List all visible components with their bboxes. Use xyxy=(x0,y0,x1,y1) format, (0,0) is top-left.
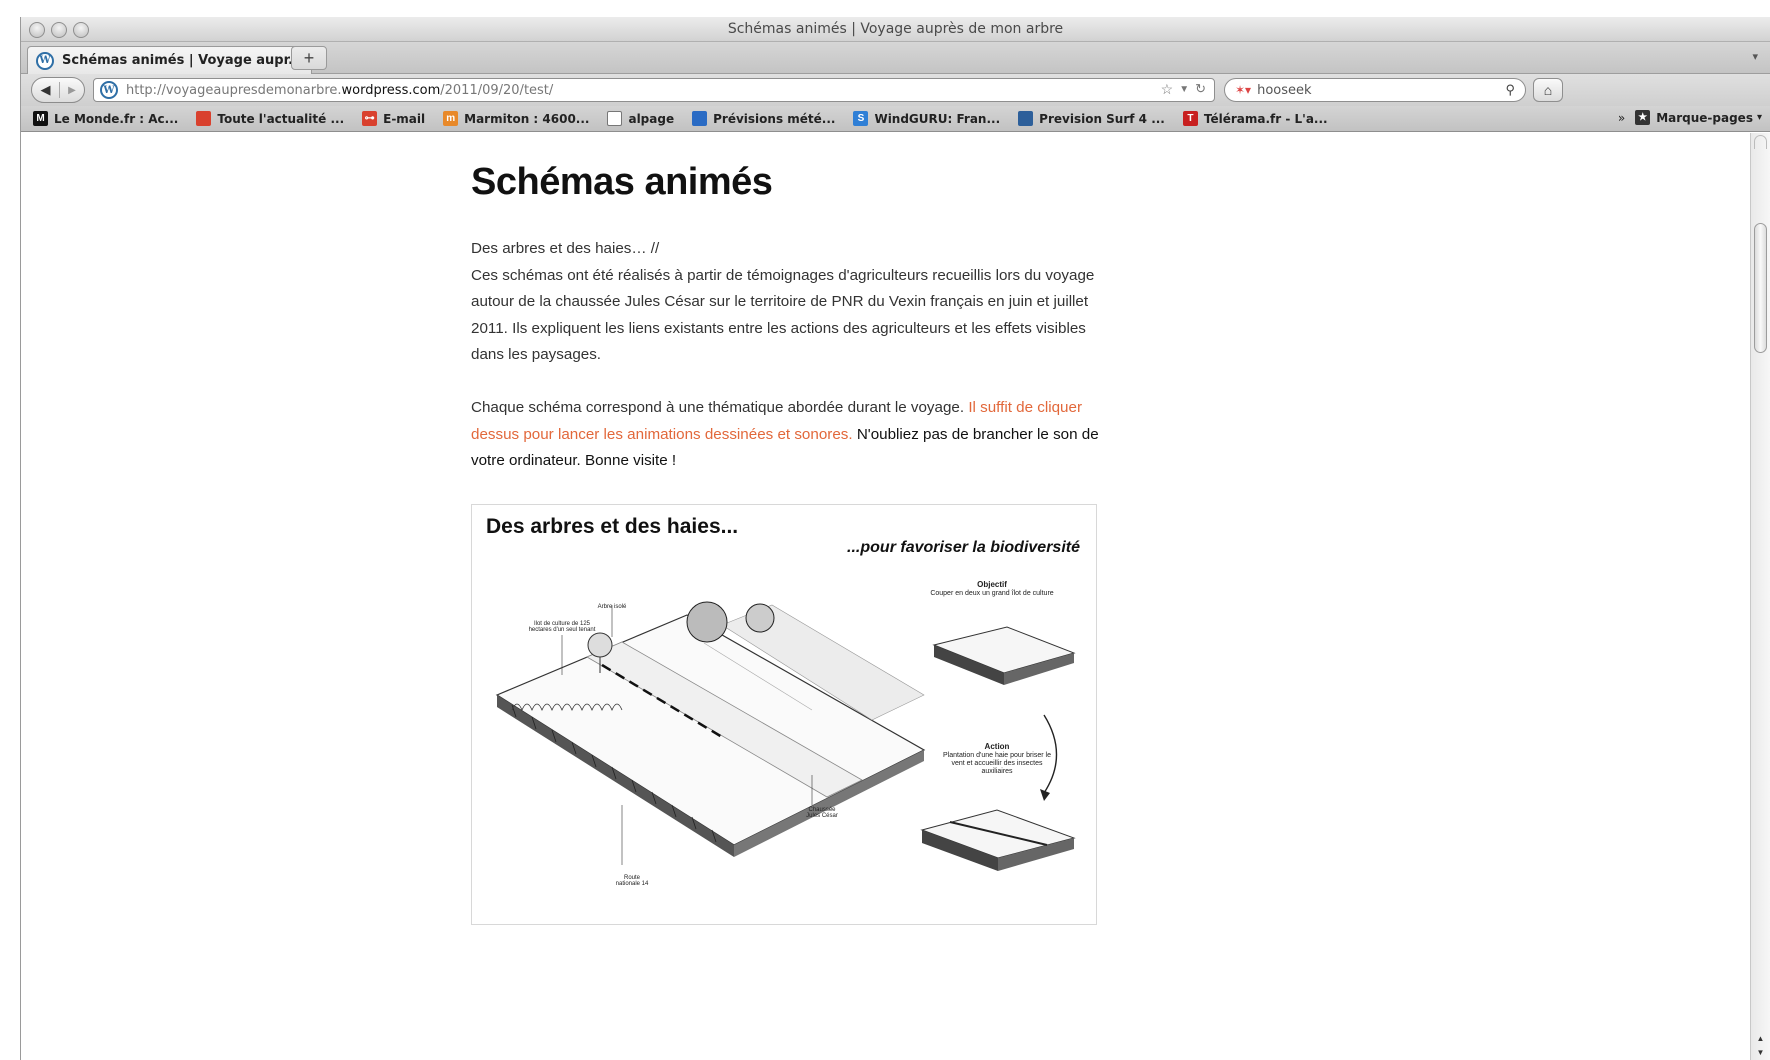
objectif-title: Objectif xyxy=(977,580,1007,589)
arbre-label: Arbre isolé xyxy=(597,604,627,610)
search-bar[interactable]: ✶▾ hooseek ⚲ xyxy=(1224,78,1526,102)
tab-active[interactable]: W Schémas animés | Voyage aupr... xyxy=(27,46,312,74)
scroll-down-arrow-icon[interactable]: ▼ xyxy=(1751,1046,1770,1060)
new-tab-button[interactable]: + xyxy=(291,46,327,70)
bookmark-item[interactable]: Prévisions mété... xyxy=(692,111,835,126)
scrollbar-track-cap xyxy=(1754,135,1767,149)
bookmark-label: Prévisions mété... xyxy=(713,111,836,126)
back-button[interactable]: ◀ xyxy=(32,82,60,98)
search-input[interactable]: hooseek xyxy=(1257,83,1311,98)
browser-window: Schémas animés | Voyage auprès de mon ar… xyxy=(20,17,1770,1060)
window-title: Schémas animés | Voyage auprès de mon ar… xyxy=(727,21,1064,37)
bookmark-item[interactable]: m Marmiton : 4600... xyxy=(443,111,589,126)
navigation-toolbar: ◀ ▶ W http://voyageaupresdemonarbre.word… xyxy=(21,74,1770,106)
instructions-paragraph: Chaque schéma correspond à une thématiqu… xyxy=(471,395,1111,475)
search-icon[interactable]: ⚲ xyxy=(1505,82,1515,98)
tab-list-dropdown-icon[interactable]: ▾ xyxy=(1752,50,1758,63)
lemonde-icon: M xyxy=(33,111,48,126)
bookmarks-overflow-chevron[interactable]: » xyxy=(1618,111,1625,125)
bookmark-item[interactable]: Toute l'actualité ... xyxy=(196,111,344,126)
bookmark-label: alpage xyxy=(628,111,675,126)
back-forward-group: ◀ ▶ xyxy=(31,77,85,103)
action-caption: Action Plantation d'une haie pour briser… xyxy=(942,743,1052,776)
bookmark-label: Télérama.fr - L'a... xyxy=(1203,111,1328,126)
bookmark-item[interactable]: Prevision Surf 4 ... xyxy=(1018,111,1165,126)
bookmarks-menu[interactable]: » ★ Marque-pages ▾ xyxy=(1618,110,1762,125)
home-button[interactable]: ⌂ xyxy=(1533,78,1563,102)
bookmarks-toolbar: M Le Monde.fr : Ac... Toute l'actualité ..… xyxy=(21,106,1770,132)
bookmark-item[interactable]: alpage xyxy=(607,111,674,126)
bookmarks-menu-label[interactable]: Marque-pages xyxy=(1656,111,1753,125)
reload-icon[interactable]: ↻ xyxy=(1195,81,1206,99)
objectif-caption: Objectif Couper en deux un grand îlot de… xyxy=(927,581,1057,598)
intro-paragraph: Des arbres et des haies… // Ces schémas … xyxy=(471,236,1111,369)
weather-icon xyxy=(692,111,708,126)
tab-strip: W Schémas animés | Voyage aupr... + ▾ xyxy=(21,42,1770,74)
action-title: Action xyxy=(984,742,1010,751)
bookmark-star-icon[interactable]: ☆ xyxy=(1161,81,1174,99)
url-bar[interactable]: W http://voyageaupresdemonarbre.wordpres… xyxy=(93,78,1215,102)
page-content: Schémas animés Des arbres et des haies… … xyxy=(21,133,1751,1060)
bookmark-label: E-mail xyxy=(383,111,426,126)
home-icon: ⌂ xyxy=(1543,82,1553,98)
page-icon xyxy=(607,111,623,126)
action-text: Plantation d'une haie pour briser le ven… xyxy=(943,752,1051,775)
bookmark-label: Marmiton : 4600... xyxy=(464,111,590,126)
news-icon xyxy=(196,111,212,126)
scrollbar-thumb[interactable] xyxy=(1754,223,1767,353)
vertical-scrollbar[interactable]: ▲ ▼ xyxy=(1750,133,1770,1060)
search-engine-icon[interactable]: ✶▾ xyxy=(1235,83,1251,97)
bookmarks-star-icon: ★ xyxy=(1635,110,1651,125)
bookmark-label: WindGURU: Fran... xyxy=(874,111,1001,126)
url-text: http://voyageaupresdemonarbre.wordpress.… xyxy=(126,82,554,98)
bookmark-item[interactable]: T Télérama.fr - L'a... xyxy=(1182,111,1328,126)
bookmark-item[interactable]: ⊶ E-mail xyxy=(362,111,425,126)
bookmark-label: Prevision Surf 4 ... xyxy=(1039,111,1165,126)
url-actions: ☆ ▼ ↻ xyxy=(1161,81,1206,99)
url-history-dropdown-icon[interactable]: ▼ xyxy=(1179,81,1189,99)
intro-line: Des arbres et des haies… // xyxy=(471,240,660,257)
windguru-icon: S xyxy=(853,111,869,126)
tab-label: Schémas animés | Voyage aupr... xyxy=(62,53,303,68)
route-label: Route nationale 14 xyxy=(615,875,649,887)
surf-icon xyxy=(1018,111,1034,126)
objectif-text: Couper en deux un grand îlot de culture xyxy=(930,590,1054,597)
intro-text: Ces schémas ont été réalisés à partir de… xyxy=(471,266,1095,364)
marmiton-icon: m xyxy=(443,111,459,126)
chaussee-label: Chaussée Jules César xyxy=(806,807,838,819)
bookmark-item[interactable]: M Le Monde.fr : Ac... xyxy=(33,111,178,126)
bookmark-item[interactable]: S WindGURU: Fran... xyxy=(853,111,1000,126)
bookmark-label: Le Monde.fr : Ac... xyxy=(54,111,179,126)
wordpress-icon: W xyxy=(36,51,54,70)
scroll-up-arrow-icon[interactable]: ▲ xyxy=(1751,1032,1770,1046)
schema-drawing xyxy=(495,601,1076,871)
instructions-text: Chaque schéma correspond à une thématiqu… xyxy=(471,399,965,416)
site-favicon-icon: W xyxy=(100,81,118,99)
schema-image[interactable]: Des arbres et des haies... ...pour favor… xyxy=(471,504,1097,925)
ilot-label: Ilot de culture de 125 hectares d'un seu… xyxy=(528,621,596,633)
title-bar: Schémas animés | Voyage auprès de mon ar… xyxy=(21,17,1770,42)
page-title: Schémas animés xyxy=(471,161,773,203)
forward-button[interactable]: ▶ xyxy=(60,85,84,96)
chevron-down-icon: ▾ xyxy=(1756,112,1762,123)
bookmark-label: Toute l'actualité ... xyxy=(217,111,345,126)
key-icon: ⊶ xyxy=(362,111,378,126)
telerama-icon: T xyxy=(1182,111,1198,126)
